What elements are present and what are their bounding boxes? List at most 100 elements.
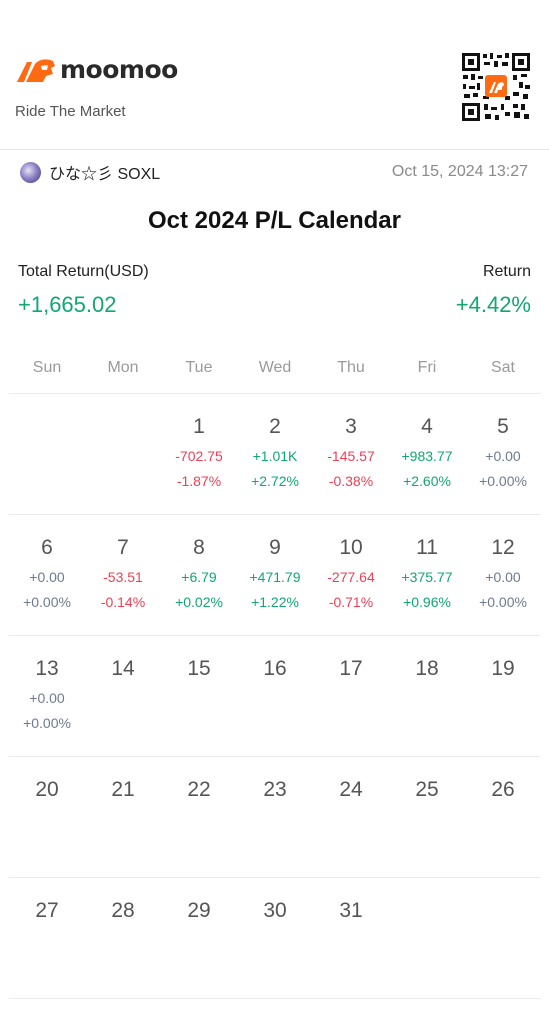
- day-pl-percent: [389, 715, 465, 731]
- day-number: 8: [193, 536, 205, 559]
- calendar-day-cell[interactable]: 29: [161, 878, 237, 998]
- calendar-day-cell[interactable]: 12 +0.00 +0.00%: [465, 515, 541, 635]
- day-pl-amount: [465, 690, 541, 706]
- calendar-day-cell[interactable]: 3 -145.57 -0.38%: [313, 394, 389, 514]
- day-pl-percent: [465, 957, 541, 973]
- calendar-day-cell[interactable]: 22: [161, 757, 237, 877]
- calendar-day-cell[interactable]: 11 +375.77 +0.96%: [389, 515, 465, 635]
- day-number: 15: [187, 657, 211, 680]
- day-pl-percent: [85, 957, 161, 973]
- weekday-wed: Wed: [258, 359, 292, 376]
- calendar-day-cell[interactable]: 30: [237, 878, 313, 998]
- calendar-day-cell[interactable]: 18: [389, 636, 465, 756]
- day-pl-amount: [85, 811, 161, 827]
- calendar-day-cell[interactable]: 16: [237, 636, 313, 756]
- day-number: 27: [35, 899, 59, 922]
- day-pl-amount: -277.64: [327, 569, 375, 585]
- calendar-day-cell[interactable]: 9 +471.79 +1.22%: [237, 515, 313, 635]
- calendar-grid: 1 -702.75 -1.87% 2 +1.01K +2.72% 3 -145.57 -0.38…: [9, 393, 541, 999]
- calendar-day-cell[interactable]: 25: [389, 757, 465, 877]
- calendar-day-cell[interactable]: 19: [465, 636, 541, 756]
- day-pl-percent: [465, 836, 541, 852]
- calendar-day-cell[interactable]: 24: [313, 757, 389, 877]
- day-number: 1: [193, 415, 205, 438]
- calendar-day-cell[interactable]: 26: [465, 757, 541, 877]
- day-pl-amount: [237, 811, 313, 827]
- day-pl-amount: +375.77: [401, 569, 453, 585]
- calendar-day-cell[interactable]: 2 +1.01K +2.72%: [237, 394, 313, 514]
- day-pl-percent: -0.71%: [328, 594, 374, 610]
- day-number: 14: [111, 657, 135, 680]
- day-number: [9, 415, 85, 439]
- return-label: Return: [482, 263, 531, 280]
- brand-name: moomoo: [60, 55, 178, 84]
- day-number: [85, 415, 161, 439]
- day-number: 19: [491, 657, 515, 680]
- day-pl-amount: [85, 448, 161, 464]
- calendar-day-cell[interactable]: 28: [85, 878, 161, 998]
- day-pl-amount: [465, 811, 541, 827]
- weekday-header: Sun Mon Tue Wed Thu Fri Sat: [9, 359, 541, 377]
- day-pl-percent: +0.00%: [23, 715, 71, 731]
- day-number: 10: [339, 536, 363, 559]
- calendar-day-cell[interactable]: 7 -53.51 -0.14%: [85, 515, 161, 635]
- calendar-day-cell[interactable]: 27: [9, 878, 85, 998]
- calendar-day-cell[interactable]: 23: [237, 757, 313, 877]
- day-number: 22: [187, 778, 211, 801]
- calendar-day-cell[interactable]: 21: [85, 757, 161, 877]
- day-pl-percent: -0.38%: [328, 473, 374, 489]
- return-value: +4.42%: [455, 292, 531, 317]
- day-pl-amount: [9, 448, 85, 464]
- day-pl-percent: [161, 836, 237, 852]
- calendar-day-cell[interactable]: 13 +0.00 +0.00%: [9, 636, 85, 756]
- calendar-day-cell[interactable]: 6 +0.00 +0.00%: [9, 515, 85, 635]
- day-pl-amount: [161, 690, 237, 706]
- day-pl-percent: [161, 957, 237, 973]
- day-number: 12: [491, 536, 515, 559]
- day-pl-amount: [313, 932, 389, 948]
- day-pl-percent: +0.00%: [479, 473, 527, 489]
- day-pl-percent: +2.60%: [403, 473, 451, 489]
- day-pl-amount: [237, 932, 313, 948]
- calendar-day-cell[interactable]: 15: [161, 636, 237, 756]
- weekday-mon: Mon: [107, 359, 139, 376]
- calendar-day-cell[interactable]: 31: [313, 878, 389, 998]
- calendar-empty-cell: [9, 394, 85, 514]
- day-pl-amount: [313, 811, 389, 827]
- day-number: 2: [269, 415, 281, 438]
- calendar-day-cell[interactable]: 5 +0.00 +0.00%: [465, 394, 541, 514]
- day-pl-amount: +0.00: [29, 569, 65, 585]
- calendar-empty-cell: [85, 394, 161, 514]
- weekday-fri: Fri: [417, 359, 437, 376]
- calendar-day-cell[interactable]: 14: [85, 636, 161, 756]
- day-pl-percent: -0.14%: [100, 594, 146, 610]
- calendar-day-cell[interactable]: 8 +6.79 +0.02%: [161, 515, 237, 635]
- day-number: 16: [263, 657, 287, 680]
- day-number: 26: [491, 778, 515, 801]
- day-number: 9: [269, 536, 281, 559]
- timestamp: Oct 15, 2024 13:27: [391, 163, 528, 180]
- avatar: [20, 161, 41, 183]
- day-number: 21: [111, 778, 135, 801]
- weekday-sun: Sun: [32, 359, 62, 376]
- day-number: 29: [187, 899, 211, 922]
- calendar-day-cell[interactable]: 20: [9, 757, 85, 877]
- day-pl-percent: [9, 473, 85, 489]
- calendar-day-cell[interactable]: 1 -702.75 -1.87%: [161, 394, 237, 514]
- day-pl-percent: [9, 957, 85, 973]
- day-number: 4: [421, 415, 433, 438]
- calendar-week: 20 21 22 23 24 25 26: [9, 756, 541, 877]
- calendar-week: 13 +0.00 +0.00% 14 15 16 17 18 19: [9, 635, 541, 756]
- day-number: 17: [339, 657, 363, 680]
- calendar-day-cell[interactable]: 10 -277.64 -0.71%: [313, 515, 389, 635]
- day-number: 20: [35, 778, 59, 801]
- day-pl-percent: [389, 957, 465, 973]
- brand-logo: moomoo: [15, 55, 178, 84]
- moomoo-bull-icon: [17, 58, 55, 82]
- user-name: ひな☆彡 SOXL: [49, 166, 161, 183]
- calendar-day-cell[interactable]: 17: [313, 636, 389, 756]
- day-pl-amount: +0.00: [29, 690, 65, 706]
- calendar-week: 27 28 29 30 31: [9, 877, 541, 999]
- day-number: 18: [415, 657, 439, 680]
- calendar-day-cell[interactable]: 4 +983.77 +2.60%: [389, 394, 465, 514]
